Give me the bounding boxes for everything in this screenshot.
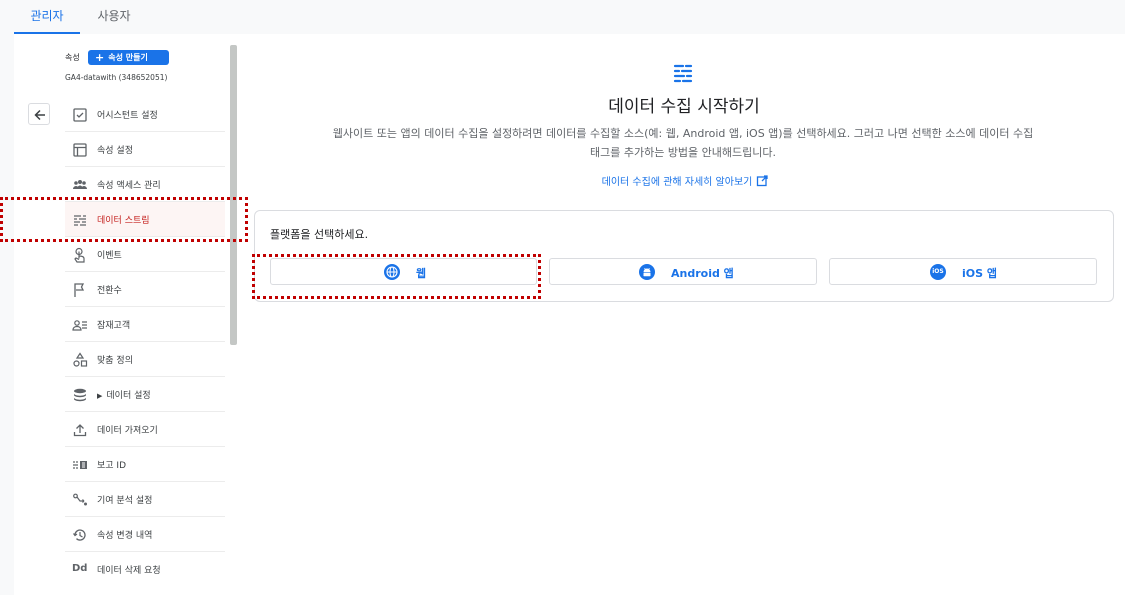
tab-admin[interactable]: 관리자 bbox=[14, 0, 80, 34]
platform-prompt: 플랫폼을 선택하세요. bbox=[270, 228, 369, 241]
sidebar-item-data-deletion[interactable]: Dd 데이터 삭제 요청 bbox=[65, 552, 225, 587]
create-property-label: 속성 만들기 bbox=[108, 53, 148, 62]
sidebar-item-data-import[interactable]: 데이터 가져오기 bbox=[65, 412, 225, 447]
platform-android-label: Android 앱 bbox=[671, 267, 734, 280]
sidebar-item-data-settings[interactable]: ▶ 데이터 설정 bbox=[65, 377, 225, 412]
arrow-left-icon bbox=[34, 109, 45, 121]
flag-icon bbox=[74, 283, 85, 297]
sidebar-item-change-history[interactable]: 속성 변경 내역 bbox=[65, 517, 225, 552]
sidebar-item-label: 잠재고객 bbox=[97, 321, 131, 331]
sidebar-item-label-wrap: ▶ 데이터 설정 bbox=[97, 388, 151, 401]
audience-icon bbox=[72, 320, 87, 331]
checkbox-icon bbox=[73, 108, 87, 122]
report-id-icon bbox=[73, 461, 87, 469]
sidebar-item-label: 맞춤 정의 bbox=[97, 356, 133, 366]
platform-android-button[interactable]: Android 앱 bbox=[549, 258, 817, 285]
attribution-icon bbox=[73, 493, 87, 506]
sidebar-item-conversions[interactable]: 전환수 bbox=[65, 272, 225, 307]
sidebar-item-attribution[interactable]: 기여 분석 설정 bbox=[65, 482, 225, 517]
platform-ios-label: iOS 앱 bbox=[962, 267, 997, 280]
back-button[interactable] bbox=[28, 103, 50, 125]
create-property-button[interactable]: + 속성 만들기 bbox=[88, 50, 169, 65]
property-id: GA4-datawith (348652051) bbox=[65, 73, 168, 82]
window-icon bbox=[73, 143, 87, 157]
page-title: 데이터 수집 시작하기 bbox=[608, 97, 760, 117]
property-label: 속성 bbox=[65, 53, 80, 62]
sidebar-item-assistant[interactable]: 어시스턴트 설정 bbox=[65, 97, 225, 132]
description-line-2: 태그를 추가하는 방법을 안내해드립니다. bbox=[589, 146, 777, 159]
android-icon bbox=[639, 264, 655, 280]
database-icon bbox=[74, 388, 86, 402]
tab-user[interactable]: 사용자 bbox=[84, 0, 144, 34]
sidebar-item-label: 전환수 bbox=[97, 286, 122, 296]
sidebar-item-custom-definitions[interactable]: 맞춤 정의 bbox=[65, 342, 225, 377]
sidebar-item-label: 속성 변경 내역 bbox=[97, 531, 153, 541]
sidebar-item-label: 데이터 삭제 요청 bbox=[97, 566, 161, 576]
history-icon bbox=[73, 529, 86, 541]
upload-icon bbox=[73, 424, 87, 437]
caret-right-icon: ▶ bbox=[97, 392, 103, 400]
highlight-box-web bbox=[252, 254, 541, 299]
sidebar-item-audiences[interactable]: 잠재고객 bbox=[65, 307, 225, 342]
people-icon bbox=[73, 180, 87, 189]
shapes-icon bbox=[73, 352, 88, 367]
ios-icon: iOS bbox=[930, 264, 946, 280]
sidebar-scrollbar[interactable] bbox=[230, 45, 237, 345]
sidebar-item-reporting-id[interactable]: 보고 ID bbox=[65, 447, 225, 482]
open-in-new-icon bbox=[757, 175, 769, 187]
sidebar-item-events[interactable]: 이벤트 bbox=[65, 237, 225, 272]
learn-more-link[interactable]: 데이터 수집에 관해 자세히 알아보기 bbox=[540, 173, 830, 188]
sidebar-item-property-settings[interactable]: 속성 설정 bbox=[65, 132, 225, 167]
sidebar-item-label: 이벤트 bbox=[97, 251, 122, 261]
sidebar-item-label: 데이터 설정 bbox=[106, 391, 151, 401]
sidebar-item-label: 기여 분석 설정 bbox=[97, 496, 153, 506]
plus-icon: + bbox=[95, 51, 105, 64]
highlight-box-data-stream bbox=[0, 197, 248, 242]
platform-ios-button[interactable]: iOS iOS 앱 bbox=[829, 258, 1097, 285]
description-line-1: 웹사이트 또는 앱의 데이터 수집을 설정하려면 데이터를 수집할 소스(예: … bbox=[332, 127, 1034, 140]
touch-icon bbox=[74, 247, 85, 263]
page-description: 웹사이트 또는 앱의 데이터 수집을 설정하려면 데이터를 수집할 소스(예: … bbox=[270, 124, 1096, 162]
learn-more-label: 데이터 수집에 관해 자세히 알아보기 bbox=[601, 177, 753, 188]
data-stream-icon bbox=[673, 64, 693, 83]
sidebar-item-label: 데이터 가져오기 bbox=[97, 426, 158, 436]
deletion-icon: Dd bbox=[72, 563, 88, 574]
top-tab-bar: 관리자 사용자 bbox=[0, 0, 1125, 34]
sidebar-item-label: 보고 ID bbox=[97, 461, 127, 471]
sidebar-item-label: 속성 액세스 관리 bbox=[97, 181, 161, 191]
sidebar-item-label: 어시스턴트 설정 bbox=[97, 111, 158, 121]
sidebar-item-label: 속성 설정 bbox=[97, 146, 133, 156]
